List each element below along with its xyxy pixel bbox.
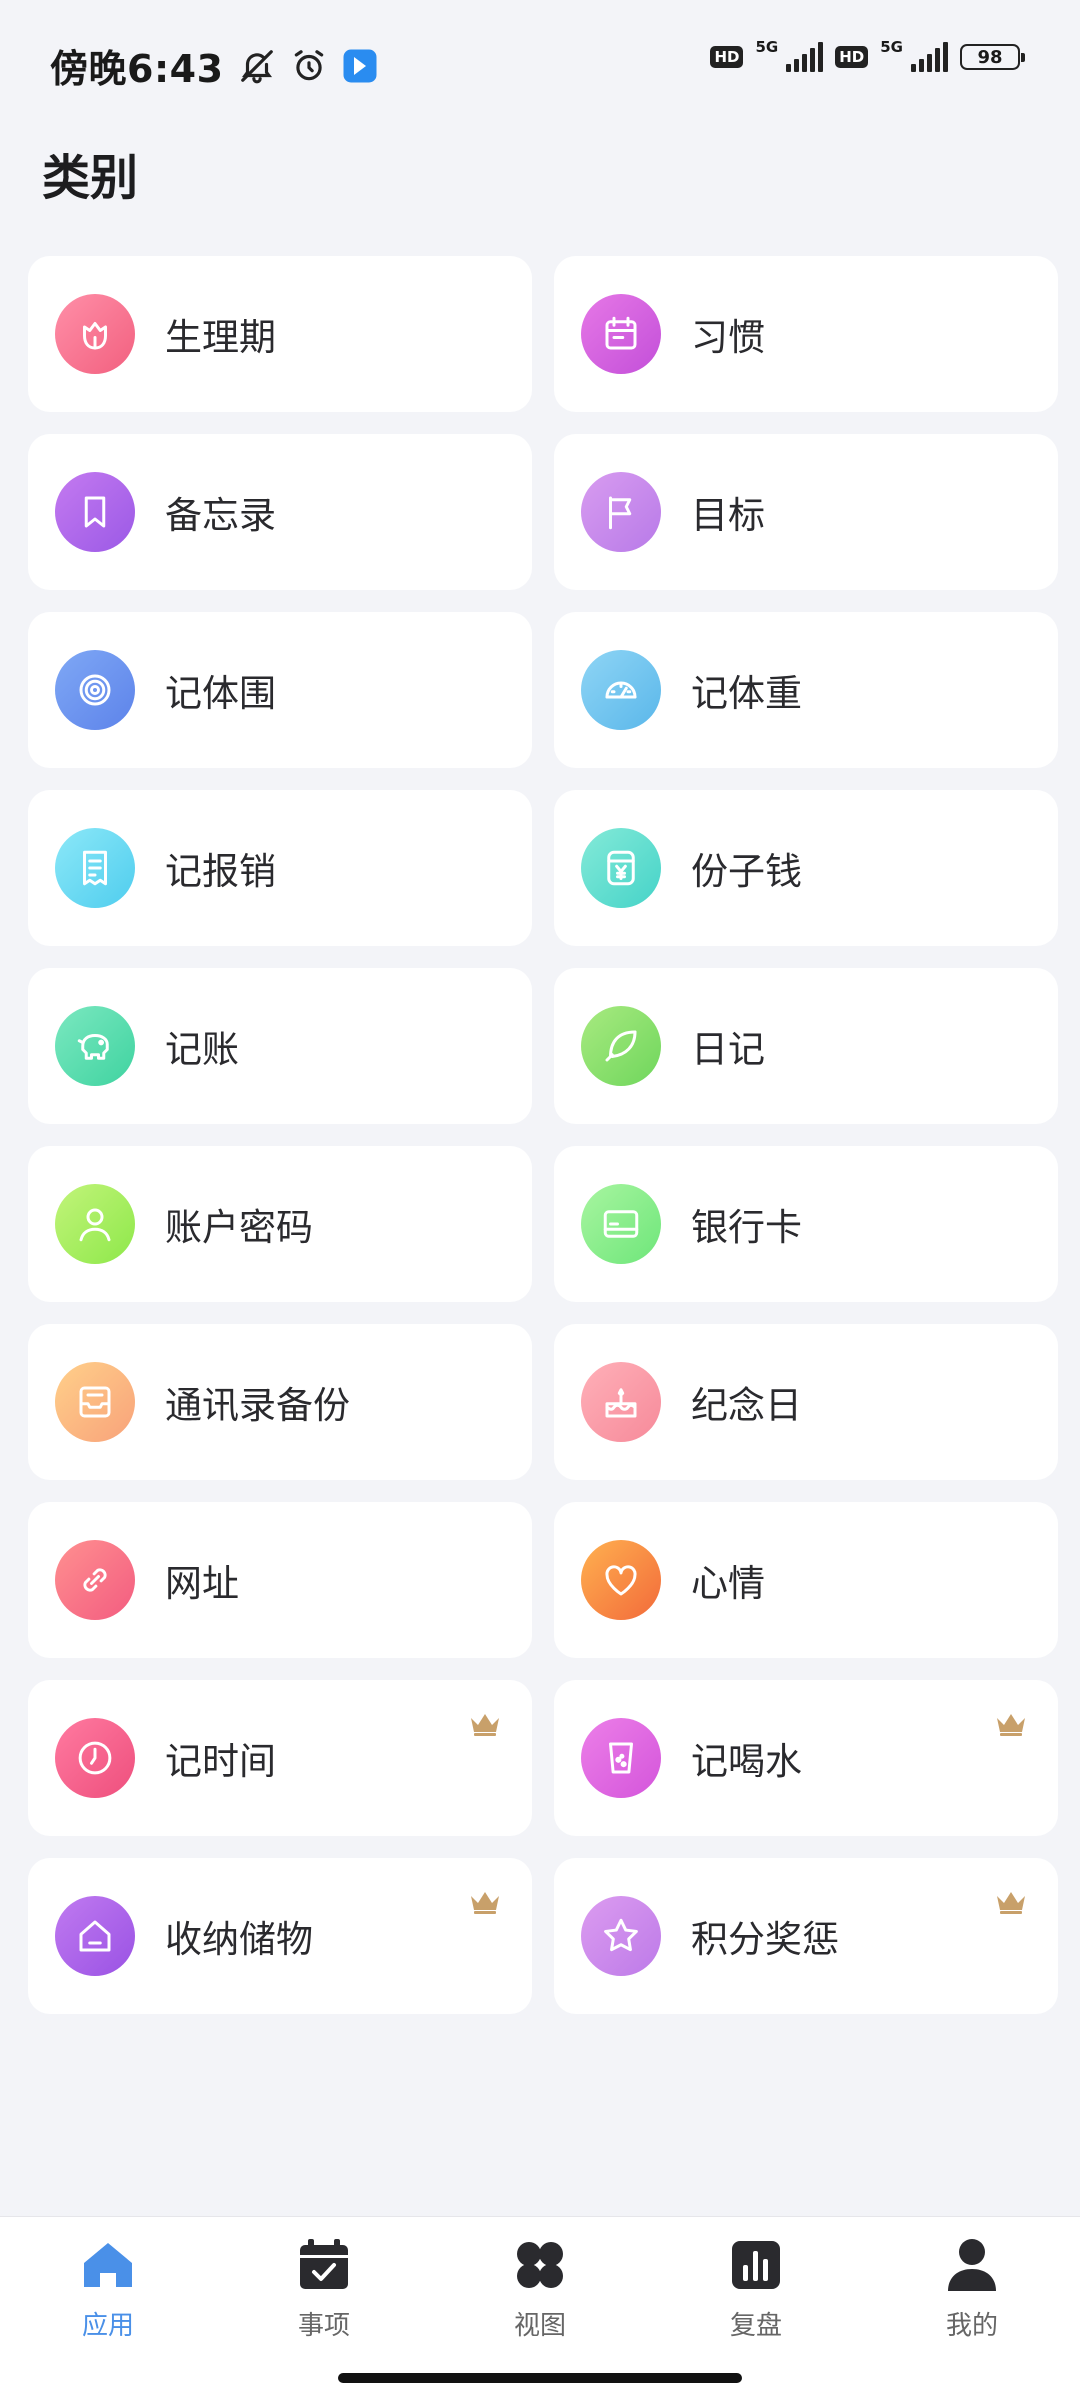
receipt-icon (55, 828, 135, 908)
network-type: 5G (880, 38, 903, 56)
category-label: 记报销 (165, 850, 276, 893)
category-card-cup[interactable]: 记喝水 (554, 1680, 1058, 1836)
heart-icon (581, 1540, 661, 1620)
card-icon (581, 1184, 661, 1264)
ripple-icon (55, 650, 135, 730)
status-left: 傍晚6:43 (50, 38, 378, 93)
category-card-receipt[interactable]: 记报销 (28, 790, 532, 946)
star-icon (581, 1896, 661, 1976)
premium-crown-icon (997, 1892, 1025, 1914)
category-card-flower[interactable]: 生理期 (28, 256, 532, 412)
calendar-icon (581, 294, 661, 374)
category-card-cake[interactable]: 纪念日 (554, 1324, 1058, 1480)
category-label: 积分奖惩 (691, 1918, 839, 1961)
network-type: 5G (755, 38, 779, 56)
nav-tab-home[interactable]: 应用 (0, 2217, 216, 2401)
category-card-feather[interactable]: 日记 (554, 968, 1058, 1124)
category-label: 记时间 (165, 1740, 276, 1783)
battery-level: 98 (977, 46, 1003, 68)
bookmark-icon (55, 472, 135, 552)
category-label: 份子钱 (691, 850, 802, 893)
category-card-card[interactable]: 银行卡 (554, 1146, 1058, 1302)
category-label: 网址 (165, 1562, 239, 1605)
category-label: 账户密码 (165, 1206, 313, 1249)
category-card-gift-money[interactable]: 份子钱 (554, 790, 1058, 946)
nav-tab-profile[interactable]: 我的 (864, 2217, 1080, 2401)
category-card-house[interactable]: 收纳储物 (28, 1858, 532, 2014)
category-card-ripple[interactable]: 记体围 (28, 612, 532, 768)
premium-crown-icon (471, 1892, 499, 1914)
profile-icon (942, 2235, 1002, 2295)
category-card-star[interactable]: 积分奖惩 (554, 1858, 1058, 2014)
feather-icon (581, 1006, 661, 1086)
piggy-bank-icon (55, 1006, 135, 1086)
category-label: 心情 (691, 1562, 765, 1605)
status-right: HD 5G HD 5G 98 (710, 38, 1025, 72)
category-label: 记体重 (691, 672, 802, 715)
category-card-piggy-bank[interactable]: 记账 (28, 968, 532, 1124)
nav-label: 事项 (297, 2311, 350, 2341)
app-notification-icon (342, 48, 378, 84)
house-icon (55, 1896, 135, 1976)
category-label: 日记 (691, 1028, 765, 1071)
category-label: 记体围 (165, 672, 276, 715)
link-icon (55, 1540, 135, 1620)
nav-label: 应用 (81, 2311, 134, 2341)
category-label: 通讯录备份 (165, 1384, 350, 1427)
calendar-check-icon (294, 2235, 354, 2295)
category-label: 记账 (165, 1028, 239, 1071)
nav-label: 视图 (513, 2311, 566, 2341)
category-label: 银行卡 (691, 1206, 802, 1249)
flower-icon (55, 294, 135, 374)
hd-badge: HD (835, 46, 869, 68)
category-card-gauge[interactable]: 记体重 (554, 612, 1058, 768)
grid-view-icon (510, 2235, 570, 2295)
battery-icon: 98 (960, 44, 1025, 70)
premium-crown-icon (997, 1714, 1025, 1736)
category-label: 习惯 (691, 316, 765, 359)
category-card-link[interactable]: 网址 (28, 1502, 532, 1658)
category-label: 目标 (691, 494, 765, 537)
premium-crown-icon (471, 1714, 499, 1736)
gauge-icon (581, 650, 661, 730)
gift-money-icon (581, 828, 661, 908)
status-time: 傍晚6:43 (50, 47, 224, 91)
clock-icon (55, 1718, 135, 1798)
nav-label: 复盘 (729, 2311, 782, 2341)
category-card-user[interactable]: 账户密码 (28, 1146, 532, 1302)
hd-badge: HD (710, 46, 744, 68)
home-icon (78, 2235, 138, 2295)
home-indicator[interactable] (338, 2373, 742, 2383)
category-label: 收纳储物 (165, 1918, 313, 1961)
category-card-calendar[interactable]: 习惯 (554, 256, 1058, 412)
cup-icon (581, 1718, 661, 1798)
page-title: 类别 (42, 150, 139, 206)
category-card-bookmark[interactable]: 备忘录 (28, 434, 532, 590)
category-label: 备忘录 (165, 494, 276, 537)
category-label: 记喝水 (691, 1740, 802, 1783)
nav-label: 我的 (945, 2311, 998, 2341)
category-card-flag[interactable]: 目标 (554, 434, 1058, 590)
user-icon (55, 1184, 135, 1264)
category-label: 生理期 (165, 316, 276, 359)
category-grid: 生理期 习惯备忘录 目标记体围 记体重记报销 份子钱记账 日记账户密码 银行卡通讯录备份 纪念… (28, 256, 1058, 2014)
category-card-clock[interactable]: 记时间 (28, 1680, 532, 1836)
category-card-heart[interactable]: 心情 (554, 1502, 1058, 1658)
flag-icon (581, 472, 661, 552)
alarm-icon (290, 47, 328, 85)
signal-icon (786, 42, 824, 72)
category-card-inbox[interactable]: 通讯录备份 (28, 1324, 532, 1480)
bar-chart-icon (726, 2235, 786, 2295)
category-label: 纪念日 (691, 1384, 802, 1427)
mute-bell-icon (238, 47, 276, 85)
status-bar: 傍晚6:43 HD 5G HD 5G 98 (0, 0, 1080, 130)
cake-icon (581, 1362, 661, 1442)
inbox-icon (55, 1362, 135, 1442)
signal-icon (911, 42, 948, 72)
